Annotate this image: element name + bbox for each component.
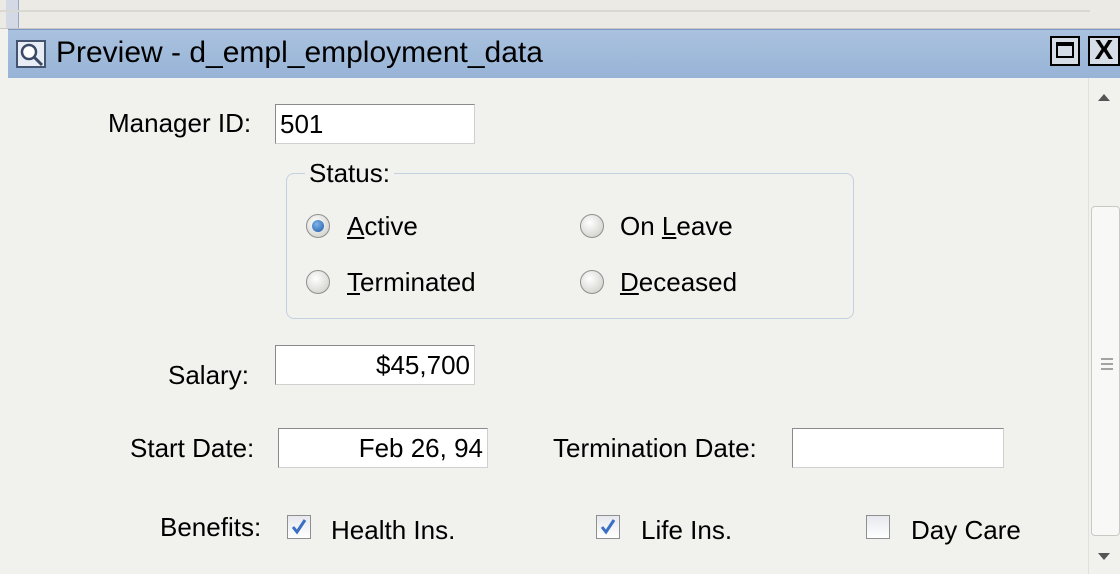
option-post: eceased [638, 267, 738, 297]
option-on-leave-label[interactable]: On Leave [620, 210, 733, 242]
option-pre: On [620, 211, 662, 241]
termination-date-field[interactable] [792, 428, 1004, 468]
health-ins-label[interactable]: Health Ins. [331, 514, 455, 546]
parent-tab-edge [6, 0, 19, 28]
option-post: erminated [360, 267, 476, 297]
benefits-label: Benefits: [160, 512, 262, 542]
life-ins-label[interactable]: Life Ins. [641, 514, 732, 546]
scroll-down-icon[interactable] [1094, 546, 1114, 566]
manager-id-label: Manager ID: [108, 108, 252, 138]
start-date-field[interactable]: Feb 26, 94 [278, 428, 488, 468]
form-area [8, 78, 1088, 574]
option-active-label[interactable]: Active [347, 210, 418, 242]
termination-date-label: Termination Date: [553, 433, 757, 463]
checkbox-day-care[interactable] [866, 515, 890, 539]
checkbox-health-ins[interactable] [287, 515, 311, 539]
scroll-thumb[interactable] [1091, 206, 1120, 536]
day-care-label[interactable]: Day Care [911, 514, 1021, 546]
option-terminated-label[interactable]: Terminated [347, 266, 476, 298]
maximize-icon[interactable] [1050, 36, 1080, 66]
radio-terminated[interactable] [306, 270, 330, 294]
checkmark-icon [600, 519, 616, 535]
radio-on-leave[interactable] [580, 214, 604, 238]
preview-icon [16, 40, 46, 68]
option-post: eave [676, 211, 733, 241]
option-accesskey: L [661, 211, 677, 241]
checkbox-life-ins[interactable] [596, 515, 620, 539]
window-title: Preview - d_empl_employment_data [56, 36, 543, 69]
option-deceased-label[interactable]: Deceased [620, 266, 737, 298]
option-accesskey: T [347, 267, 360, 297]
option-accesskey: D [620, 267, 639, 297]
grip-icon [1101, 358, 1113, 370]
salary-field[interactable]: $45,700 [275, 345, 475, 385]
salary-label: Salary: [168, 360, 249, 390]
parent-window-strip [0, 0, 1120, 29]
option-accesskey: A [347, 211, 365, 241]
close-icon[interactable]: X [1088, 36, 1120, 66]
scroll-up-icon[interactable] [1094, 88, 1114, 108]
start-date-label: Start Date: [130, 433, 255, 463]
option-post: ctive [364, 211, 418, 241]
divider [0, 10, 1090, 12]
manager-id-field[interactable]: 501 [275, 104, 475, 144]
status-group-title: Status: [305, 157, 394, 189]
radio-active[interactable] [306, 214, 330, 238]
radio-deceased[interactable] [580, 270, 604, 294]
checkmark-icon [291, 519, 307, 535]
